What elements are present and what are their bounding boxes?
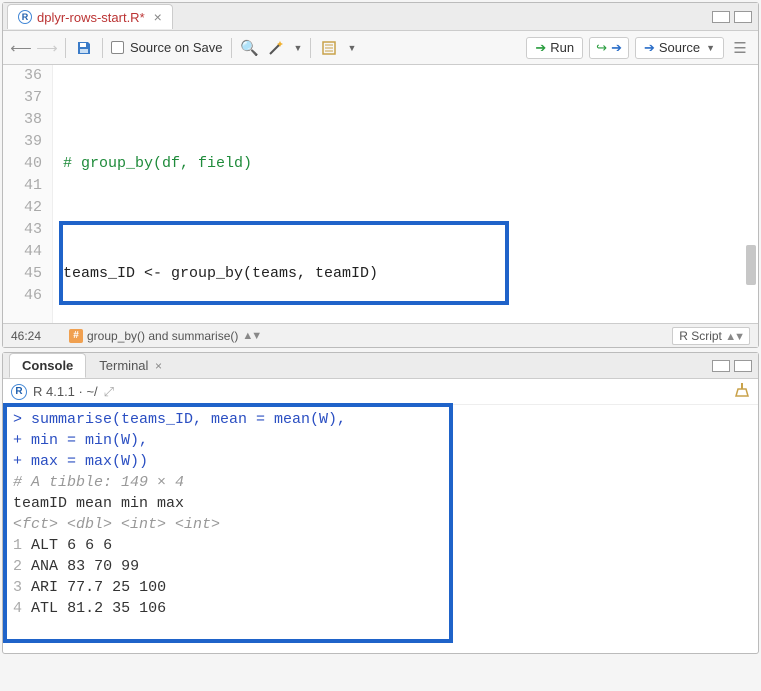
file-tab-label: dplyr-rows-start.R*: [37, 10, 145, 25]
source-on-save-label: Source on Save: [130, 40, 223, 55]
close-icon[interactable]: ×: [155, 359, 162, 373]
editor-toolbar: ⟵ ⟶ Source on Save 🔍 ▼ ▼ ➔ Run ↪➔ ➔ Sour…: [3, 31, 758, 65]
rerun-icon-2: ➔: [611, 40, 622, 56]
line-number: 42: [3, 197, 42, 219]
code-editor[interactable]: 36 37 38 39 40 41 42 43 44 45 46 # group…: [3, 65, 758, 323]
console-line: > summarise(teams_ID, mean = mean(W),: [13, 409, 748, 430]
notebook-dropdown[interactable]: ▼: [347, 43, 356, 53]
console-data-row: 1 ALT 6 6 6: [13, 535, 748, 556]
line-number: 43: [3, 219, 42, 241]
wand-icon[interactable]: [266, 38, 286, 58]
tab-console-label: Console: [22, 358, 73, 373]
back-icon[interactable]: ⟵: [11, 38, 31, 58]
language-selector[interactable]: R Script ▲▼: [672, 327, 750, 345]
minimize-icon[interactable]: [712, 360, 730, 372]
line-number: 39: [3, 131, 42, 153]
line-number: 41: [3, 175, 42, 197]
line-number: 46: [3, 285, 42, 307]
rerun-button[interactable]: ↪➔: [589, 37, 629, 59]
scope-navigator[interactable]: # group_by() and summarise() ▲▼: [69, 329, 664, 343]
console-subheader: R R 4.1.1 · ~/ ⤢: [3, 379, 758, 405]
scrollbar-thumb[interactable]: [746, 245, 756, 285]
search-icon[interactable]: 🔍: [240, 38, 260, 58]
r-file-icon: R: [18, 10, 32, 24]
console-tabbar: Console Terminal ×: [3, 353, 758, 379]
console-pane: Console Terminal × R R 4.1.1 · ~/ ⤢ > su…: [2, 352, 759, 654]
source-on-save-checkbox[interactable]: [111, 41, 124, 54]
source-dropdown[interactable]: ▼: [706, 43, 715, 53]
session-popup-icon[interactable]: ⤢: [104, 384, 114, 400]
r-logo-icon: R: [11, 384, 27, 400]
editor-pane: R dplyr-rows-start.R* × ⟵ ⟶ Source on Sa…: [2, 2, 759, 348]
console-output[interactable]: > summarise(teams_ID, mean = mean(W), + …: [3, 405, 758, 653]
line-number: 45: [3, 263, 42, 285]
tab-terminal-label: Terminal: [99, 358, 148, 373]
console-data-row: 4 ATL 81.2 35 106: [13, 598, 748, 619]
minimize-icon[interactable]: [712, 11, 730, 23]
line-number: 37: [3, 87, 42, 109]
run-arrow-icon: ➔: [535, 40, 546, 56]
tab-console[interactable]: Console: [9, 353, 86, 378]
console-header-row: teamID mean min max: [13, 493, 748, 514]
run-button[interactable]: ➔ Run: [526, 37, 583, 59]
close-icon[interactable]: ×: [154, 9, 162, 25]
run-button-label: Run: [550, 40, 574, 55]
scope-icon: #: [69, 329, 83, 343]
source-arrow-icon: ➔: [644, 40, 655, 56]
maximize-icon[interactable]: [734, 11, 752, 23]
scope-updown-icon[interactable]: ▲▼: [242, 330, 260, 342]
line-gutter: 36 37 38 39 40 41 42 43 44 45 46: [3, 65, 53, 323]
forward-icon[interactable]: ⟶: [37, 38, 57, 58]
notebook-icon[interactable]: [319, 38, 339, 58]
console-line: # A tibble: 149 × 4: [13, 472, 748, 493]
outline-icon[interactable]: ☰: [730, 38, 750, 58]
language-updown-icon: ▲▼: [725, 331, 743, 343]
language-label: R Script: [679, 329, 722, 343]
save-icon[interactable]: [74, 38, 94, 58]
line-number: 40: [3, 153, 42, 175]
editor-statusbar: 46:24 # group_by() and summarise() ▲▼ R …: [3, 323, 758, 347]
source-button-label: Source: [659, 40, 700, 55]
session-info: R 4.1.1 · ~/: [33, 384, 98, 399]
line-number: 44: [3, 241, 42, 263]
line-number: 36: [3, 65, 42, 87]
code-column[interactable]: # group_by(df, field) teams_ID <- group_…: [53, 65, 758, 323]
wand-dropdown[interactable]: ▼: [294, 43, 303, 53]
console-line: + min = min(W),: [13, 430, 748, 451]
scope-label: group_by() and summarise(): [87, 329, 238, 343]
console-line: + max = max(W)): [13, 451, 748, 472]
editor-tabbar: R dplyr-rows-start.R* ×: [3, 3, 758, 31]
rerun-icon: ↪: [596, 40, 607, 56]
code-line[interactable]: teams_ID <- group_by(teams, teamID): [53, 263, 758, 285]
source-button[interactable]: ➔ Source ▼: [635, 37, 724, 59]
cursor-position: 46:24: [11, 329, 61, 343]
file-tab[interactable]: R dplyr-rows-start.R* ×: [7, 4, 173, 29]
console-data-row: 3 ARI 77.7 25 100: [13, 577, 748, 598]
code-line[interactable]: # group_by(df, field): [53, 153, 758, 175]
tab-terminal[interactable]: Terminal ×: [86, 353, 175, 378]
console-types-row: <fct> <dbl> <int> <int>: [13, 514, 748, 535]
line-number: 38: [3, 109, 42, 131]
clear-console-icon[interactable]: [734, 382, 750, 401]
console-data-row: 2 ANA 83 70 99: [13, 556, 748, 577]
maximize-icon[interactable]: [734, 360, 752, 372]
